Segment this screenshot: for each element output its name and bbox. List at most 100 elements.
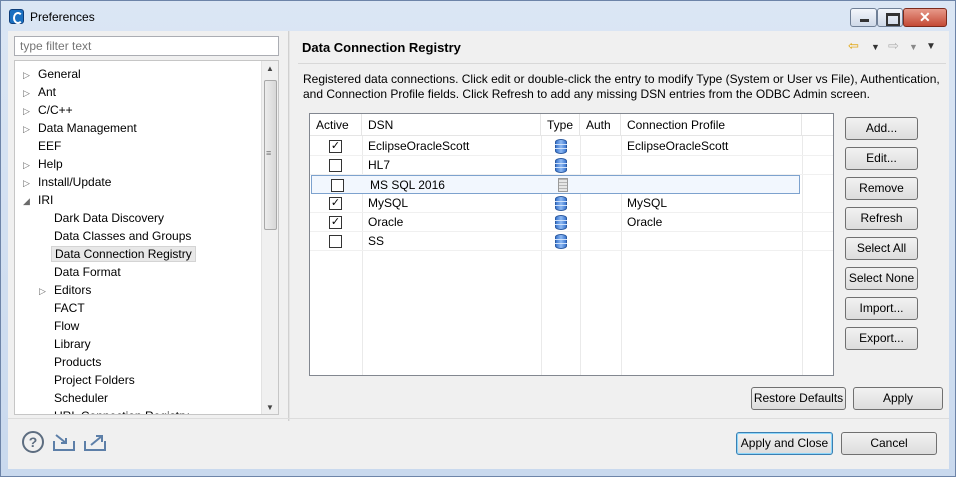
refresh-button[interactable]: Refresh <box>845 207 918 230</box>
column-header-type[interactable]: Type <box>541 114 580 136</box>
connection-profile-cell <box>621 232 627 250</box>
tree-item[interactable]: Dark Data Discovery <box>39 209 167 227</box>
collapsed-arrow-icon[interactable]: ▷ <box>23 174 35 192</box>
tree-item[interactable]: ▷ Install/Update <box>23 173 114 191</box>
back-dropdown-icon[interactable]: ▼ <box>871 42 880 58</box>
active-checkbox[interactable] <box>329 159 342 172</box>
dsn-cell: SS <box>368 234 385 248</box>
dsn-cell: EclipseOracleScott <box>368 139 470 153</box>
edit-button[interactable]: Edit... <box>845 147 918 170</box>
description-line: Registered data connections. Click edit … <box>303 72 940 86</box>
page-description: Registered data connections. Click edit … <box>303 72 943 101</box>
tree-item-label: Scheduler <box>54 391 109 405</box>
preferences-window: Preferences ▲ ≡ ▼ ▷General▷Ant▷C/C++▷Dat… <box>0 0 956 477</box>
tree-item[interactable]: Data Classes and Groups <box>39 227 194 245</box>
dsn-table: Active DSN Type Auth Connection Profile … <box>309 113 834 376</box>
tree-item[interactable]: ▷ General <box>23 65 84 83</box>
active-checkbox[interactable] <box>329 235 342 248</box>
export-preferences-icon[interactable] <box>83 433 107 452</box>
tree-item-label: Help <box>38 157 63 171</box>
apply-button[interactable]: Apply <box>853 387 943 410</box>
tree-item[interactable]: Library <box>39 335 94 353</box>
tree-item[interactable]: Flow <box>39 317 82 335</box>
table-row[interactable]: HL7 <box>310 156 833 175</box>
tree-item-label: EEF <box>38 139 62 153</box>
restore-defaults-button[interactable]: Restore Defaults <box>751 387 846 410</box>
tree-item-label: Data Classes and Groups <box>54 229 192 243</box>
panel-divider[interactable] <box>288 31 290 421</box>
cancel-button[interactable]: Cancel <box>841 432 937 455</box>
tree-item[interactable]: URL Connection Registry <box>39 407 192 414</box>
export-button[interactable]: Export... <box>845 327 918 350</box>
import-preferences-icon[interactable] <box>52 433 76 452</box>
column-header-connection-profile[interactable]: Connection Profile <box>621 114 802 136</box>
tree-item[interactable]: Scheduler <box>39 389 111 407</box>
tree-item[interactable]: ▷ Editors <box>39 281 94 299</box>
select-none-button[interactable]: Select None <box>845 267 918 290</box>
scroll-up-icon[interactable]: ▲ <box>266 64 274 73</box>
maximize-button[interactable] <box>877 8 903 27</box>
title-bar[interactable]: Preferences <box>1 1 955 31</box>
close-window-button[interactable] <box>903 8 947 27</box>
collapsed-arrow-icon[interactable]: ▷ <box>23 66 35 84</box>
tree-item-label: Editors <box>54 283 92 297</box>
collapsed-arrow-icon[interactable]: ▷ <box>23 102 35 120</box>
tree-item[interactable]: Data Format <box>39 263 124 281</box>
filter-input[interactable] <box>14 36 279 56</box>
dsn-cell: MySQL <box>368 196 409 210</box>
tree-item[interactable]: ▷ Help <box>23 155 66 173</box>
active-checkbox[interactable] <box>331 179 344 192</box>
tree-item-label: URL Connection Registry <box>51 409 192 414</box>
tree-item[interactable]: ▷ Data Management <box>23 119 140 137</box>
select-all-button[interactable]: Select All <box>845 237 918 260</box>
tree-item[interactable]: ▷ Ant <box>23 83 59 101</box>
auth-cell <box>580 137 586 155</box>
connection-profile-cell: EclipseOracleScott <box>627 139 729 153</box>
table-row[interactable]: MS SQL 2016 <box>311 175 800 194</box>
column-header-active[interactable]: Active <box>310 114 362 136</box>
table-row[interactable]: ✓ Oracle Oracle <box>310 213 833 232</box>
collapsed-arrow-icon[interactable]: ▷ <box>23 84 35 102</box>
collapsed-arrow-icon[interactable]: ▷ <box>23 156 35 174</box>
view-menu-icon[interactable]: ▼ <box>926 41 936 57</box>
column-header-dsn[interactable]: DSN <box>362 114 541 136</box>
expanded-arrow-icon[interactable]: ◢ <box>23 192 35 210</box>
scroll-down-icon[interactable]: ▼ <box>266 403 274 412</box>
database-icon <box>555 196 567 211</box>
help-icon[interactable]: ? <box>22 431 44 453</box>
active-checkbox[interactable]: ✓ <box>329 140 342 153</box>
tree-item[interactable]: ◢ IRI <box>23 191 56 209</box>
tree-item[interactable]: Data Connection Registry <box>39 245 196 263</box>
connection-profile-cell: Oracle <box>627 215 663 229</box>
window-title: Preferences <box>30 10 95 24</box>
apply-and-close-button[interactable]: Apply and Close <box>736 432 833 455</box>
active-checkbox[interactable]: ✓ <box>329 197 342 210</box>
forward-dropdown-icon[interactable]: ▼ <box>909 42 918 58</box>
column-header-auth[interactable]: Auth <box>580 114 621 136</box>
bottom-separator <box>8 418 949 419</box>
eclipse-app-icon <box>9 9 24 24</box>
tree-item[interactable]: FACT <box>39 299 88 317</box>
import-button[interactable]: Import... <box>845 297 918 320</box>
add-button[interactable]: Add... <box>845 117 918 140</box>
tree-item-label: General <box>38 67 81 81</box>
tree-item[interactable]: Project Folders <box>39 371 138 389</box>
database-icon <box>555 158 567 173</box>
active-checkbox[interactable]: ✓ <box>329 216 342 229</box>
tree-item[interactable]: ▷ C/C++ <box>23 101 76 119</box>
back-arrow-icon[interactable]: ⇦ <box>848 38 859 54</box>
forward-arrow-icon[interactable]: ⇨ <box>888 38 899 54</box>
table-row[interactable]: ✓ MySQL MySQL <box>310 194 833 213</box>
tree-item-label: Data Management <box>38 121 137 135</box>
tree-item[interactable]: Products <box>39 353 104 371</box>
collapsed-arrow-icon[interactable]: ▷ <box>39 282 51 300</box>
table-row[interactable]: SS <box>310 232 833 251</box>
tree-item[interactable]: EEF <box>23 137 64 155</box>
table-row[interactable]: ✓ EclipseOracleScott EclipseOracleScott <box>310 137 833 156</box>
remove-button[interactable]: Remove <box>845 177 918 200</box>
collapsed-arrow-icon[interactable]: ▷ <box>23 120 35 138</box>
tree-item-label: Library <box>54 337 91 351</box>
minimize-button[interactable] <box>850 8 877 27</box>
description-line: and Connection Profile fields. Click Ref… <box>303 86 870 101</box>
tree-scrollbar[interactable]: ▲ ≡ ▼ <box>261 61 278 414</box>
